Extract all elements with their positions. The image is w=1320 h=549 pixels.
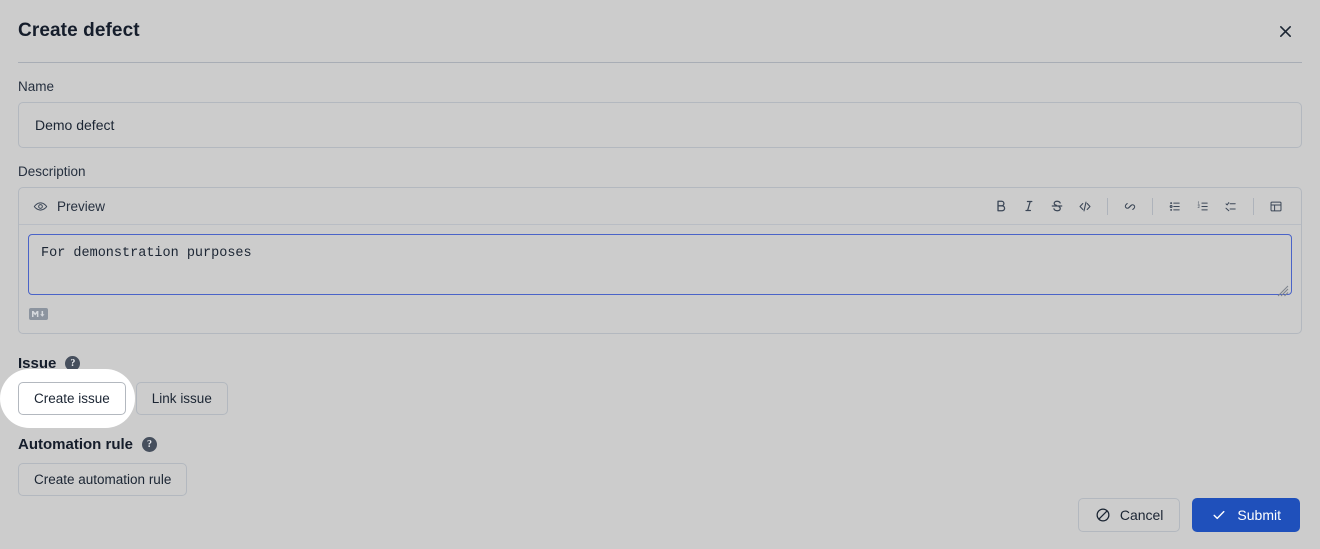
textarea-wrapper — [28, 234, 1292, 300]
header-divider — [18, 62, 1302, 63]
strikethrough-icon[interactable] — [1044, 193, 1070, 219]
automation-rule-section: Automation rule ? Create automation rule — [18, 436, 1302, 496]
description-field-group: Description Preview 1 2 For demonstratio… — [18, 164, 1302, 334]
automation-buttons-row: Create automation rule — [18, 463, 1302, 496]
italic-icon[interactable] — [1016, 193, 1042, 219]
issue-section-header: Issue ? — [18, 355, 1302, 372]
bold-icon[interactable] — [988, 193, 1014, 219]
link-icon[interactable] — [1117, 193, 1143, 219]
submit-button[interactable]: Submit — [1192, 498, 1300, 532]
toolbar-divider — [1107, 197, 1108, 215]
numbered-list-icon[interactable]: 1 2 — [1190, 193, 1216, 219]
cancel-button[interactable]: Cancel — [1077, 498, 1181, 532]
toolbar-divider — [1253, 197, 1254, 215]
issue-buttons-row: Create issue Link issue — [0, 369, 1302, 428]
create-defect-dialog: Create defect Name Description — [0, 0, 1320, 549]
code-icon[interactable] — [1072, 193, 1098, 219]
link-issue-button[interactable]: Link issue — [135, 382, 228, 415]
issue-section: Issue ? Create issue Link issue — [0, 355, 1302, 428]
description-textarea[interactable] — [28, 234, 1292, 295]
eye-icon — [33, 199, 48, 214]
submit-label: Submit — [1237, 507, 1281, 523]
automation-section-header: Automation rule ? — [18, 436, 1302, 453]
dialog-title: Create defect — [18, 20, 140, 41]
bullet-list-icon[interactable] — [1162, 193, 1188, 219]
markdown-icon — [29, 308, 48, 320]
svg-text:2: 2 — [1198, 204, 1201, 209]
no-entry-icon — [1095, 507, 1111, 523]
preview-toggle-button[interactable]: Preview — [33, 199, 105, 214]
name-field-group: Name — [18, 79, 1302, 148]
check-icon — [1211, 507, 1227, 523]
name-label: Name — [18, 79, 55, 94]
automation-section-title: Automation rule — [18, 436, 133, 453]
toolbar-divider — [1152, 197, 1153, 215]
table-icon[interactable] — [1263, 193, 1289, 219]
description-label: Description — [18, 164, 86, 179]
create-issue-button[interactable]: Create issue — [18, 382, 126, 415]
editor-body — [19, 225, 1301, 300]
create-automation-rule-button[interactable]: Create automation rule — [18, 463, 188, 496]
dialog-header: Create defect — [18, 0, 1302, 62]
formatting-toolbar: 1 2 — [988, 193, 1289, 219]
editor-toolbar: Preview 1 2 — [19, 188, 1301, 225]
cancel-label: Cancel — [1119, 507, 1164, 523]
close-icon[interactable] — [1270, 16, 1300, 46]
help-icon[interactable]: ? — [142, 437, 157, 452]
preview-label: Preview — [57, 198, 106, 214]
dialog-footer: Cancel Submit — [1077, 498, 1300, 532]
editor-footer — [19, 300, 1301, 333]
checklist-icon[interactable] — [1218, 193, 1244, 219]
name-input[interactable] — [18, 102, 1302, 148]
description-editor: Preview 1 2 For demonstration purposes — [18, 187, 1302, 334]
